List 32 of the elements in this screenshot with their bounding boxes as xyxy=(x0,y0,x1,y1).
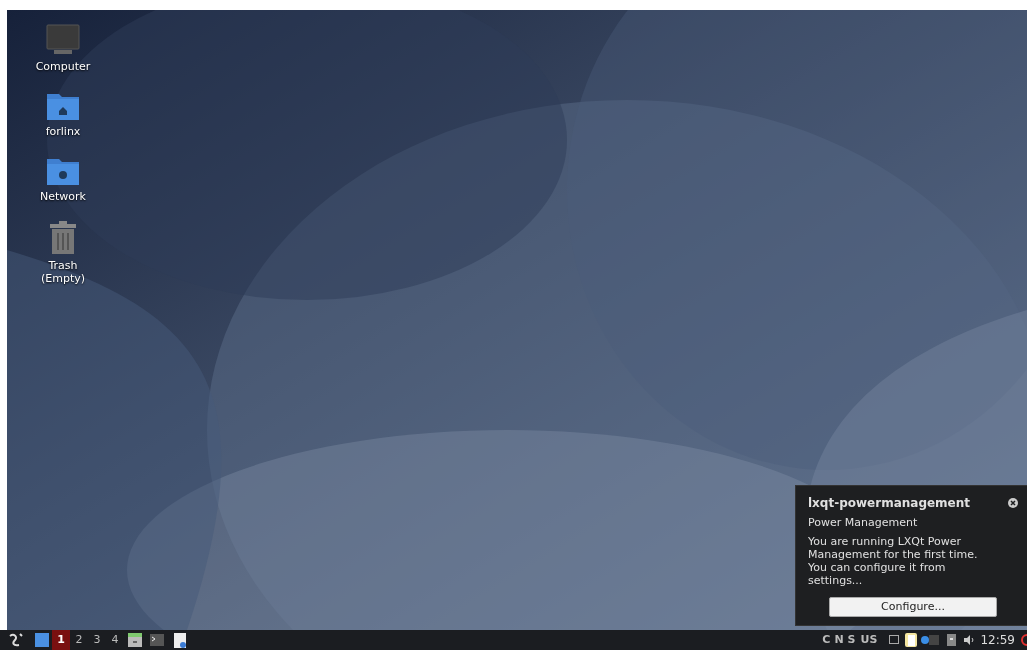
start-menu-icon[interactable] xyxy=(7,632,25,648)
icon-label[interactable]: Computer xyxy=(35,60,91,73)
trash-icon xyxy=(49,221,77,255)
power-icon[interactable] xyxy=(1019,634,1027,646)
network-folder-icon xyxy=(46,156,80,186)
volume-icon[interactable] xyxy=(964,635,976,645)
status-dot-icon[interactable] xyxy=(921,636,930,644)
workspace-button[interactable]: 1 xyxy=(52,630,70,650)
battery-icon[interactable] xyxy=(947,634,957,646)
keyboard-indicator[interactable]: C xyxy=(822,631,831,649)
workspace-button[interactable]: 4 xyxy=(106,630,124,650)
monitor-icon xyxy=(46,24,80,56)
window-icon[interactable] xyxy=(889,635,900,645)
notification-title: lxqt-powermanagement xyxy=(808,494,971,512)
notification-message: You are running LXQt Power Management for the first time. You can configure it from settings... xyxy=(808,535,979,587)
notification-subtitle: Power Management xyxy=(808,514,919,531)
document-icon[interactable] xyxy=(174,632,186,648)
close-icon[interactable] xyxy=(1008,497,1018,508)
keyboard-indicator[interactable]: S xyxy=(847,631,856,649)
icon-label[interactable]: Network xyxy=(40,190,86,203)
workspace-button[interactable]: 2 xyxy=(70,630,88,650)
clipboard-icon[interactable] xyxy=(905,633,918,647)
configure-button[interactable]: Configure... xyxy=(829,597,997,617)
clock[interactable]: 12:59 xyxy=(980,631,1015,649)
keyboard-layout[interactable]: US xyxy=(860,631,878,649)
home-folder-icon xyxy=(46,91,80,121)
terminal-icon[interactable] xyxy=(150,634,164,646)
keyboard-indicator[interactable]: N xyxy=(834,631,844,649)
file-manager-icon[interactable] xyxy=(128,633,142,647)
icon-label[interactable]: Trash (Empty) xyxy=(40,259,86,285)
workspace-button[interactable]: 3 xyxy=(88,630,106,650)
icon-label[interactable]: forlinx xyxy=(45,125,81,138)
